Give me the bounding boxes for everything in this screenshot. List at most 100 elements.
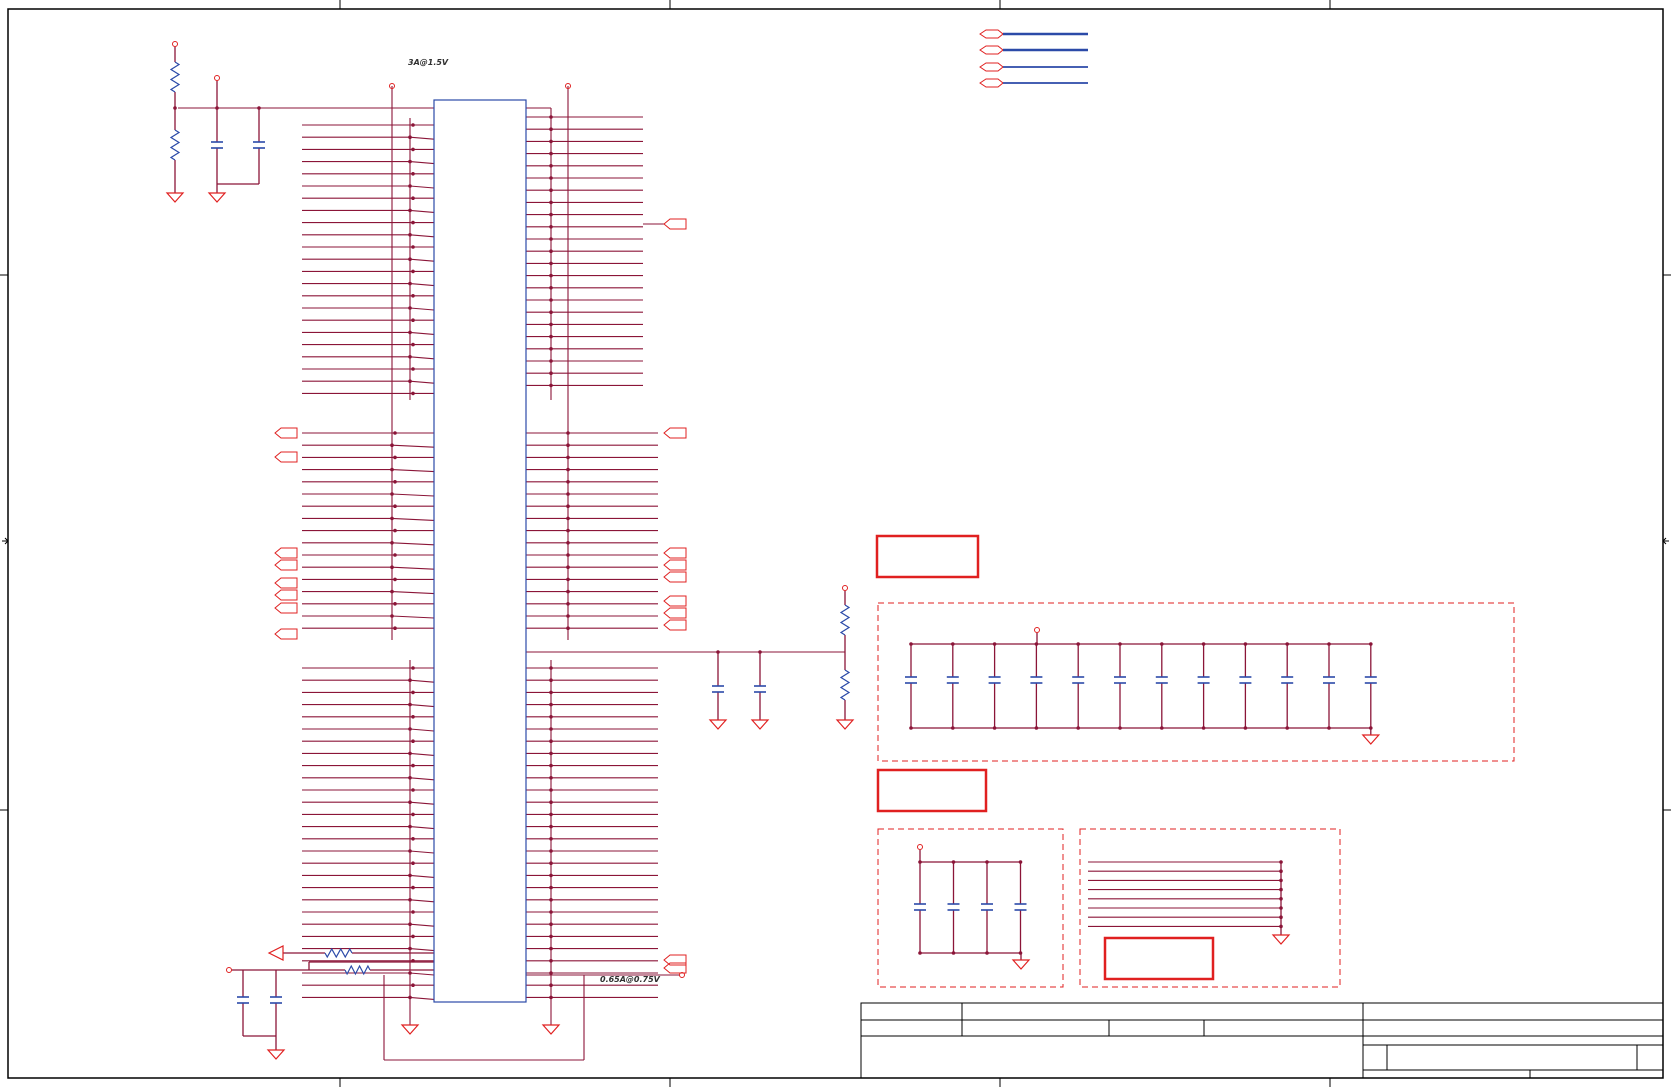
junction-dot <box>1243 642 1248 646</box>
junction-dot <box>411 318 415 323</box>
pin-stub <box>409 948 435 952</box>
junction-dot <box>393 626 397 630</box>
junction-dot <box>393 553 397 557</box>
pin-stub <box>391 493 435 497</box>
ground-icon <box>266 1049 286 1060</box>
junction-dot <box>1243 726 1248 730</box>
sheet-border <box>7 8 1664 1079</box>
junction-dot <box>390 614 394 618</box>
resistor-icon <box>169 129 181 161</box>
junction-dot <box>1018 860 1023 864</box>
pin-stub <box>409 258 435 262</box>
pin-stub <box>409 874 435 878</box>
junction-dot <box>390 443 394 448</box>
junction-dot <box>1118 642 1122 646</box>
port-icon <box>274 451 298 463</box>
junction-dot <box>411 715 415 719</box>
junction-dot <box>566 492 570 496</box>
junction-dot <box>411 342 415 347</box>
pin-stub <box>409 777 435 781</box>
ground-icon <box>207 192 227 203</box>
resistor-icon <box>839 604 851 636</box>
junction-dot <box>566 443 570 448</box>
pin-stub <box>391 591 435 595</box>
resistor-icon <box>839 669 851 701</box>
pin-stub <box>409 752 435 756</box>
junction-dot <box>1160 642 1164 646</box>
junction-dot <box>173 106 177 110</box>
junction-dot <box>411 983 415 987</box>
port-icon <box>663 619 687 631</box>
junction-dot <box>716 650 720 654</box>
junction-dot <box>411 910 415 914</box>
pin-stub <box>409 996 435 1000</box>
junction-dot <box>1327 726 1331 730</box>
junction-dot <box>393 577 397 582</box>
junction-dot <box>758 650 762 654</box>
pin-stub <box>409 704 435 708</box>
junction-dot <box>566 541 570 545</box>
net-port-icon <box>979 29 1004 39</box>
zone-arrow-icon <box>1662 537 1669 545</box>
label-box <box>876 768 988 813</box>
port-icon <box>274 547 298 559</box>
junction-dot <box>393 602 397 606</box>
small-decoupling-region <box>877 828 1064 988</box>
junction-dot <box>411 123 415 127</box>
junction-dot <box>257 106 261 110</box>
port-icon <box>663 607 687 619</box>
junction-dot <box>566 504 570 509</box>
junction-dot <box>566 455 570 460</box>
junction-dot <box>918 951 922 955</box>
junction-dot <box>393 480 397 484</box>
pin-stub <box>409 185 435 189</box>
junction-dot <box>393 455 397 460</box>
pin-stub <box>409 972 435 976</box>
pin-stub <box>391 444 435 448</box>
junction-dot <box>390 541 394 545</box>
junction-dot <box>566 431 570 435</box>
junction-dot <box>390 589 394 594</box>
current-note-bottom: 0.65A@0.75V <box>600 975 661 984</box>
junction-dot <box>918 860 922 864</box>
junction-dot <box>411 245 415 249</box>
pin-stub <box>409 136 435 140</box>
ground-icon <box>1271 934 1291 945</box>
junction-dot <box>985 860 989 864</box>
junction-dot <box>411 885 415 890</box>
components <box>165 41 1381 1060</box>
junction-dot <box>566 577 570 582</box>
pin-stub <box>409 923 435 927</box>
junction-dot <box>1201 642 1206 646</box>
junction-dot <box>411 172 415 176</box>
resistor-icon <box>324 947 353 959</box>
junction-dot <box>985 951 989 955</box>
port-icon <box>274 589 298 601</box>
port-icon <box>663 571 687 583</box>
junction-dot <box>390 565 394 569</box>
junction-dot <box>1201 726 1206 730</box>
ground-icon <box>541 1024 561 1035</box>
junction-dot <box>1076 726 1080 730</box>
pin-stub <box>409 380 435 384</box>
port-icon <box>663 595 687 607</box>
net-port-icon <box>979 62 1004 72</box>
junction-dot <box>411 812 415 817</box>
junction-dot <box>566 614 570 618</box>
junction-dot <box>411 294 415 298</box>
junction-dot <box>1034 726 1039 730</box>
junction-dot <box>566 565 570 569</box>
ground-icon <box>1011 959 1031 970</box>
junction-dot <box>390 516 394 521</box>
junction-dot <box>390 492 394 496</box>
junction-dot <box>951 951 956 955</box>
label-box <box>875 534 980 579</box>
pin-stub <box>409 679 435 683</box>
pin-stub <box>391 517 435 521</box>
junction-dot <box>393 504 397 509</box>
port-icon <box>274 427 298 439</box>
bulk-decoupling-region <box>877 602 1515 762</box>
pin-stub <box>391 566 435 570</box>
junction-dot <box>566 589 570 594</box>
junction-dot <box>566 528 570 533</box>
